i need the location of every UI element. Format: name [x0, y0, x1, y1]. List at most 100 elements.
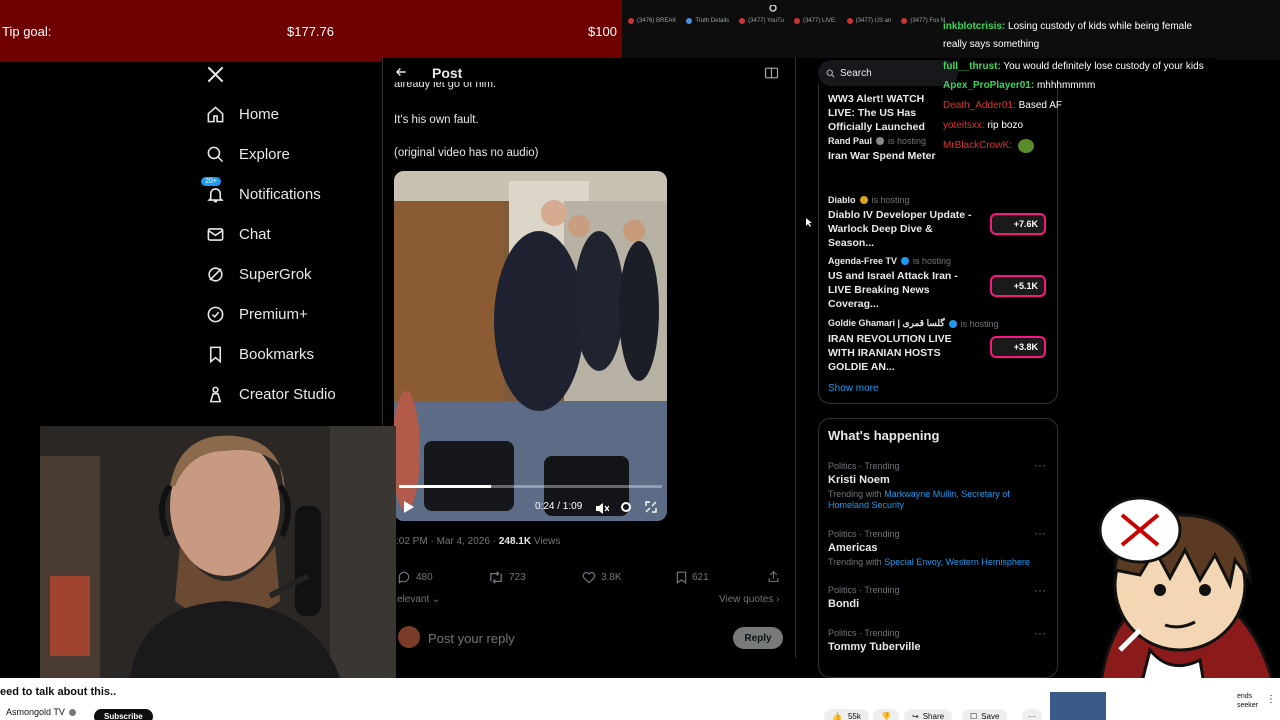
tip-goal-target: $100	[588, 23, 617, 39]
browser-search-icon[interactable]	[768, 0, 780, 18]
save-button[interactable]: ☐ Save	[962, 709, 1008, 720]
channel-name[interactable]: Asmongold TV	[6, 707, 76, 717]
sidebar-item-label: Chat	[239, 226, 271, 243]
recommended-video-text[interactable]: ends seeker	[1237, 692, 1258, 710]
post-timestamp: :02 PM · Mar 4, 2026 · 248.1K Views	[396, 536, 561, 547]
like-count-button[interactable]: 3.8K	[582, 571, 622, 584]
settings-gear-icon[interactable]	[620, 500, 632, 518]
live-item[interactable]: Goldie Ghamari | گلسا قمری is hosting IRA…	[828, 318, 999, 374]
sidebar-item-explore[interactable]: Explore	[206, 145, 290, 164]
live-item[interactable]: Agenda-Free TV is hosting US and Israel A…	[828, 256, 980, 311]
verified-badge-icon	[948, 319, 957, 328]
sidebar-item-bookmarks[interactable]: Bookmarks	[206, 345, 314, 364]
video-frame	[394, 171, 667, 521]
more-actions-icon[interactable]: ···	[1022, 709, 1042, 720]
video-time: 0:24 / 1:09	[535, 501, 583, 512]
trend-item[interactable]: Politics · Trending Tommy Tuberville	[828, 628, 921, 653]
search-input[interactable]: Search	[818, 60, 958, 86]
search-icon	[826, 68, 835, 78]
sidebar-item-label: Bookmarks	[239, 346, 315, 363]
browser-tabs: (3476) BREAK Truth Details (3477) YouTu …	[628, 18, 945, 24]
more-options-icon[interactable]: ···	[1034, 583, 1046, 597]
sidebar-item-label: Creator Studio	[239, 386, 336, 403]
mascot-character-image	[1098, 496, 1277, 690]
thumbs-up-icon: 👍	[832, 712, 842, 720]
reply-count-button[interactable]: 480	[397, 571, 433, 584]
chevron-down-icon: ⌄	[432, 594, 441, 605]
sidebar-item-creator-studio[interactable]: Creator Studio	[206, 385, 336, 404]
live-listener-count[interactable]: +5.1K	[990, 275, 1046, 297]
search-icon	[207, 146, 224, 163]
sidebar-item-premium[interactable]: Premium+	[206, 305, 308, 324]
post-text-line1: It's his own fault.	[394, 114, 479, 126]
repost-icon	[490, 571, 502, 584]
trend-item[interactable]: Politics · Trending Americas Trending wi…	[828, 529, 1038, 568]
avatar	[398, 626, 420, 648]
reply-button[interactable]: Reply	[733, 627, 783, 649]
trend-item[interactable]: Politics · Trending Kristi Noem Trending…	[828, 461, 1038, 511]
streamer-webcam	[40, 426, 396, 678]
mute-icon[interactable]	[596, 501, 610, 519]
verified-badge-icon	[901, 257, 910, 265]
more-options-icon[interactable]: ···	[1034, 626, 1046, 640]
live-listener-count[interactable]: +3.8K	[990, 336, 1046, 358]
fullscreen-icon[interactable]	[645, 500, 657, 518]
sidebar-item-notifications[interactable]: 20+ Notifications	[201, 177, 321, 204]
post-video[interactable]: 0:24 / 1:09	[394, 171, 667, 521]
reply-sort-dropdown[interactable]: elevant ⌄	[397, 594, 440, 605]
sidebar-item-supergrok[interactable]: SuperGrok	[206, 265, 312, 284]
sidebar-item-chat[interactable]: Chat	[206, 225, 271, 244]
bookmark-count-button[interactable]: 621	[676, 571, 709, 584]
browser-tab[interactable]: (3477) YouTu	[739, 18, 784, 24]
tip-goal-current: $177.76	[287, 23, 334, 39]
browser-tab[interactable]: Truth Details	[686, 18, 729, 24]
post-text-line2: (original video has no audio)	[394, 147, 539, 159]
video-progress-track[interactable]	[399, 485, 662, 488]
live-item[interactable]: WW3 Alert! WATCH LIVE: The US Has Offici…	[828, 92, 948, 134]
subscribe-button[interactable]: Subscribe	[94, 709, 153, 720]
show-more-link[interactable]: Show more	[828, 383, 879, 394]
trend-item[interactable]: Politics · Trending Bondi	[828, 585, 900, 610]
sidebar-item-label: Notifications	[239, 186, 321, 203]
x-logo-icon[interactable]	[206, 65, 225, 89]
share-icon[interactable]	[767, 570, 780, 588]
grok-icon	[208, 267, 223, 282]
reader-view-icon[interactable]	[764, 66, 779, 84]
verified-badge-icon	[859, 196, 868, 204]
more-options-icon[interactable]: ···	[1034, 458, 1046, 472]
mail-icon	[207, 228, 224, 241]
browser-tab[interactable]: (3477) Fox N	[901, 18, 945, 24]
more-options-icon[interactable]: ···	[1034, 526, 1046, 540]
browser-tab[interactable]: (3476) BREAK	[628, 18, 676, 24]
chat-message: yoteitsxx: rip bozo	[943, 120, 1024, 131]
share-button[interactable]: ↪ Share	[904, 709, 953, 720]
sidebar-item-home[interactable]: Home	[206, 105, 279, 124]
chat-message: Death_Adder01: Based AF	[943, 100, 1062, 111]
more-vert-icon[interactable]: ⋮	[1266, 694, 1276, 705]
verified-icon	[207, 306, 224, 323]
live-item[interactable]: Diablo is hosting Diablo IV Developer Upd…	[828, 195, 980, 250]
like-button[interactable]: 👍 55k	[824, 709, 869, 720]
video-progress-fill	[399, 485, 492, 488]
bookmark-icon	[209, 346, 222, 364]
browser-tab[interactable]: (3477) US an	[846, 18, 891, 24]
frog-emote-icon	[1017, 139, 1034, 153]
thumbs-down-icon: 👎	[881, 712, 891, 720]
verified-check-icon	[68, 708, 76, 716]
recommended-video-thumbnail[interactable]	[1050, 692, 1106, 720]
dislike-button[interactable]: 👎	[873, 709, 899, 720]
browser-tab[interactable]: (3477) LIVE:	[793, 18, 837, 24]
repost-count-button[interactable]: 723	[488, 571, 526, 584]
bell-icon	[207, 188, 224, 203]
reply-icon	[398, 571, 410, 584]
views-count: 248.1K	[498, 536, 532, 547]
live-listener-count[interactable]: +7.6K	[990, 213, 1046, 235]
verified-badge-icon	[876, 137, 885, 145]
play-icon[interactable]	[404, 500, 414, 518]
chat-message: full__thrust: You would definitely lose …	[943, 61, 1204, 72]
reply-input[interactable]: Post your reply	[428, 631, 515, 646]
creator-icon	[209, 386, 222, 403]
view-quotes-link[interactable]: View quotes ›	[719, 594, 779, 605]
youtube-info-bar: eed to talk about this.. Asmongold TV Su…	[0, 678, 1280, 720]
chat-message: Apex_ProPlayer01: mhhhmmmm	[943, 80, 1096, 91]
